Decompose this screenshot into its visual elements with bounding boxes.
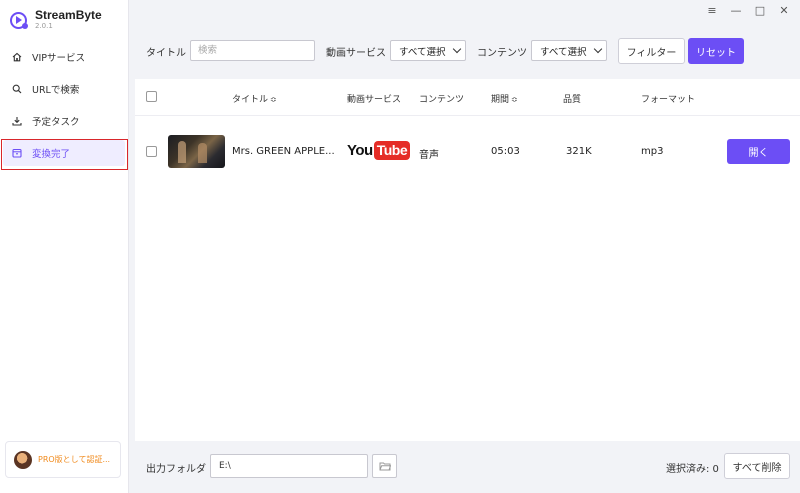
column-header-duration[interactable]: 期間 ≎ (491, 92, 518, 105)
youtube-logo: You Tube (347, 141, 411, 160)
sidebar: StreamByte 2.0.1 VIPサービス URLで検索 予定タスク 変換… (0, 0, 129, 493)
app-name: StreamByte (35, 8, 102, 22)
sidebar-item-vip[interactable]: VIPサービス (3, 44, 125, 70)
sidebar-item-label: VIPサービス (32, 53, 86, 64)
menu-icon[interactable]: ≡ (700, 3, 724, 17)
bottom-bar: 出力フォルダ E:\ 選択済み: 0 すべて削除 (130, 441, 800, 493)
sidebar-item-scheduled-tasks[interactable]: 予定タスク (3, 108, 125, 134)
maximize-icon[interactable]: □ (748, 3, 772, 17)
home-icon (12, 52, 22, 62)
column-header-title[interactable]: タイトル ≎ (232, 92, 277, 105)
service-select-value: すべて選択 (399, 46, 446, 58)
output-folder-label: 出力フォルダ (146, 464, 206, 475)
service-filter-label: 動画サービス (326, 48, 386, 59)
output-folder-input[interactable]: E:\ (210, 454, 368, 478)
title-filter-label: タイトル (146, 48, 186, 59)
content-select[interactable]: すべて選択 (531, 40, 607, 61)
column-header-content: コンテンツ (419, 95, 465, 105)
chevron-down-icon (452, 44, 462, 54)
app-logo-icon (10, 11, 28, 29)
service-select[interactable]: すべて選択 (390, 40, 466, 61)
table-row: Mrs. GREEN APPLE... You Tube 音声 05:03 321… (135, 125, 800, 179)
chevron-down-icon (593, 44, 603, 54)
row-title: Mrs. GREEN APPLE... (232, 146, 335, 157)
filter-bar: タイトル 動画サービス すべて選択 コンテンツ すべて選択 フィルター リセット (130, 23, 800, 79)
sort-icon: ≎ (511, 95, 518, 104)
open-button[interactable]: 開く (727, 139, 790, 164)
close-icon[interactable]: ✕ (772, 3, 796, 17)
select-all-checkbox[interactable] (146, 91, 157, 102)
column-header-format: フォーマット (641, 95, 696, 105)
pro-activation-text: PRO版として認証... (38, 455, 111, 464)
sort-icon: ≎ (270, 95, 277, 104)
sidebar-item-label: URLで検索 (32, 85, 80, 96)
active-item-highlight-frame (1, 139, 128, 170)
minimize-icon[interactable]: — (724, 3, 748, 17)
download-icon (12, 116, 22, 126)
brand: StreamByte 2.0.1 (10, 9, 102, 31)
column-header-quality: 品質 (563, 95, 582, 105)
content-filter-label: コンテンツ (477, 48, 527, 59)
column-header-service: 動画サービス (347, 95, 402, 105)
filter-button[interactable]: フィルター (618, 38, 685, 64)
app-version: 2.0.1 (35, 22, 53, 30)
browse-folder-button[interactable] (372, 454, 397, 478)
title-search-input[interactable] (190, 40, 315, 61)
row-format: mp3 (641, 146, 664, 157)
row-duration: 05:03 (491, 146, 520, 157)
delete-all-button[interactable]: すべて削除 (724, 453, 790, 479)
row-content: 音声 (419, 150, 439, 161)
selected-count: 選択済み: 0 (666, 464, 719, 475)
output-folder-path: E:\ (219, 461, 231, 471)
sidebar-item-url-search[interactable]: URLで検索 (3, 76, 125, 102)
reset-button[interactable]: リセット (688, 38, 744, 64)
row-quality: 321K (566, 146, 592, 157)
converted-list-panel: タイトル ≎ 動画サービス コンテンツ 期間 ≎ 品質 フォーマット Mrs. GR… (135, 79, 800, 441)
table-header: タイトル ≎ 動画サービス コンテンツ 期間 ≎ 品質 フォーマット (135, 79, 800, 116)
avatar (14, 450, 32, 469)
search-icon (12, 84, 22, 94)
sidebar-item-label: 予定タスク (32, 117, 80, 128)
row-checkbox[interactable] (146, 146, 157, 157)
content-select-value: すべて選択 (540, 46, 587, 58)
video-thumbnail (168, 135, 225, 168)
pro-activation-banner[interactable]: PRO版として認証... (5, 441, 121, 478)
folder-icon (379, 462, 391, 471)
window-controls: ≡ — □ ✕ (700, 3, 796, 17)
